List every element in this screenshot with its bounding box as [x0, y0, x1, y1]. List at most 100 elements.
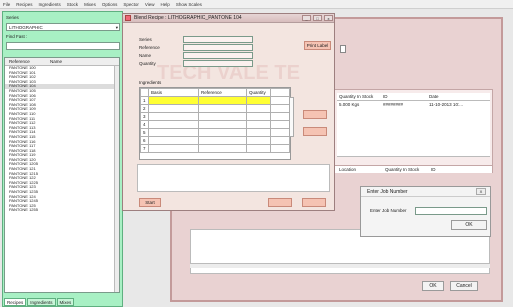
series-dropdown[interactable]: LITHOGRAPHIC ▾ [6, 23, 120, 31]
basis-cell[interactable] [148, 104, 199, 113]
col-id2: ID [431, 167, 436, 172]
table-row[interactable]: 2 [140, 104, 290, 113]
enter-job-number-dialog: Enter Job Number X Enter Job Number OK [360, 186, 491, 237]
table-row[interactable]: 5 [140, 128, 290, 137]
table-row[interactable]: 5.000 Kgs ######## 11-10-2013 10:... [337, 101, 490, 109]
basis-cell[interactable] [148, 136, 199, 145]
chevron-down-icon[interactable] [340, 45, 346, 53]
col-reference: Reference [9, 59, 30, 64]
minimize-icon[interactable]: _ [302, 15, 311, 21]
extra-cell[interactable] [270, 120, 290, 129]
menu-item-file[interactable]: File [3, 2, 10, 7]
print-label-button[interactable]: Print Label [304, 41, 331, 50]
table-row[interactable]: 1 [140, 96, 290, 105]
job-number-label: Enter Job Number [370, 208, 407, 213]
quantity-cell[interactable] [246, 112, 271, 121]
find-fast-input[interactable] [6, 42, 120, 50]
table-row[interactable]: 6 [140, 136, 290, 145]
cancel-button[interactable]: Cancel [450, 281, 478, 291]
extra-cell[interactable] [270, 136, 290, 145]
extra-cell[interactable] [270, 128, 290, 137]
job-number-input[interactable] [415, 207, 487, 215]
menu-item-ingredients[interactable]: Ingredients [39, 2, 61, 7]
list-scrollbar[interactable] [114, 66, 119, 292]
name-field[interactable] [183, 52, 253, 59]
quantity-cell[interactable] [246, 104, 271, 113]
close-icon[interactable]: x [324, 15, 333, 21]
grid-scrollbar[interactable] [289, 97, 294, 137]
col-location: Location [339, 167, 357, 172]
ingredients-label: Ingredients [139, 80, 162, 85]
col-extra [270, 88, 290, 97]
quantity-label: Quantity [139, 61, 156, 66]
blend-side-button-1[interactable] [303, 110, 327, 119]
ingredients-grid[interactable]: Basis Reference Quantity 1234567 [139, 87, 291, 160]
blend-recipe-window: Blend Recipe : LITHOGRAPHIC_PANTONE 104 … [122, 13, 335, 211]
menu-item-spector[interactable]: Spector [123, 2, 139, 7]
reference-cell[interactable] [198, 96, 247, 105]
tab-ingredients[interactable]: Ingredients [27, 298, 56, 306]
left-tabs: Recipes Ingredients Mixes [4, 298, 75, 306]
quantity-field[interactable] [183, 60, 253, 67]
menu-item-show-scales[interactable]: Show Scales [176, 2, 202, 7]
ok-button[interactable]: OK [422, 281, 444, 291]
reference-cell[interactable] [198, 136, 247, 145]
basis-cell[interactable] [148, 112, 199, 121]
maximize-icon[interactable]: □ [313, 15, 322, 21]
menu-item-view[interactable]: View [145, 2, 155, 7]
basis-cell[interactable] [148, 96, 199, 105]
row-id: ######## [383, 102, 404, 107]
basis-cell[interactable] [148, 120, 199, 129]
reference-cell[interactable] [198, 104, 247, 113]
quantity-cell[interactable] [246, 120, 271, 129]
menu-item-stock[interactable]: Stock [67, 2, 78, 7]
quantity-cell[interactable] [246, 144, 271, 153]
grid-header: Basis Reference Quantity [140, 88, 290, 97]
extra-cell[interactable] [270, 96, 290, 105]
col-reference: Reference [198, 88, 247, 97]
blend-side-button-2[interactable] [303, 127, 327, 136]
blend-footer-button-1[interactable] [268, 198, 292, 207]
series-label: Series [139, 37, 152, 42]
extra-cell[interactable] [270, 144, 290, 153]
row-header [140, 88, 149, 97]
notes-area[interactable] [137, 164, 330, 192]
table-row[interactable]: 3 [140, 112, 290, 121]
stock-header: Quantity In Stock ID Date [337, 93, 490, 101]
row-number: 2 [140, 104, 149, 113]
row-qty: 5.000 Kgs [339, 102, 360, 107]
close-icon[interactable]: X [476, 188, 486, 195]
reference-cell[interactable] [198, 120, 247, 129]
tab-recipes[interactable]: Recipes [4, 298, 27, 306]
menu-item-options[interactable]: Options [102, 2, 118, 7]
stock-table-body [337, 109, 490, 157]
tab-mixes[interactable]: Mixes [56, 298, 75, 306]
start-button[interactable]: Start [139, 198, 161, 207]
extra-cell[interactable] [270, 112, 290, 121]
col-qty: Quantity In Stock [339, 94, 374, 99]
reference-field[interactable] [183, 44, 253, 51]
blend-footer-button-2[interactable] [302, 198, 326, 207]
reference-cell[interactable] [198, 112, 247, 121]
row-number: 4 [140, 120, 149, 129]
reference-cell[interactable] [198, 128, 247, 137]
row-number: 7 [140, 144, 149, 153]
list-item[interactable]: PANTONE 1255 [5, 208, 119, 213]
extra-cell[interactable] [270, 104, 290, 113]
reference-cell[interactable] [198, 144, 247, 153]
col-quantity: Quantity [246, 88, 271, 97]
quantity-cell[interactable] [246, 96, 271, 105]
quantity-cell[interactable] [246, 136, 271, 145]
table-row[interactable]: 7 [140, 144, 290, 153]
recipe-list[interactable]: Reference Name PANTONE 100 PANTONE 101 PAN… [4, 57, 120, 293]
series-field[interactable] [183, 36, 253, 43]
basis-cell[interactable] [148, 128, 199, 137]
table-row[interactable]: 4 [140, 120, 290, 129]
horizontal-scrollbar[interactable] [190, 263, 490, 268]
dialog-ok-button[interactable]: OK [451, 220, 487, 230]
quantity-cell[interactable] [246, 128, 271, 137]
basis-cell[interactable] [148, 144, 199, 153]
menu-item-mixes[interactable]: Mixes [84, 2, 96, 7]
menu-item-help[interactable]: Help [161, 2, 170, 7]
menu-item-recipes[interactable]: Recipes [16, 2, 32, 7]
